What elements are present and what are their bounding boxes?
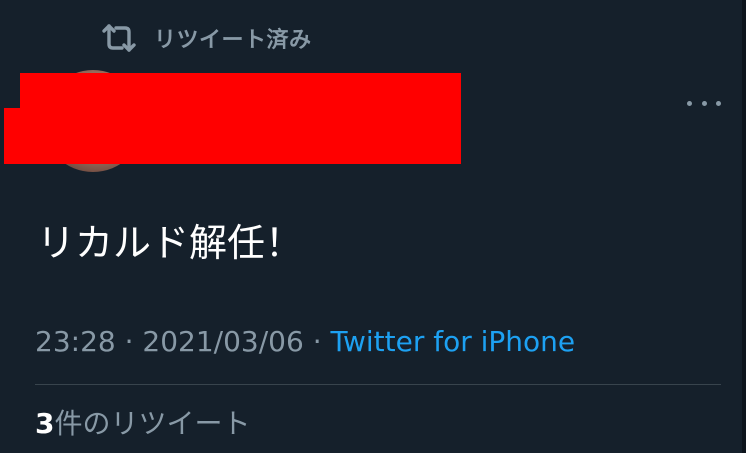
- retweeted-label: リツイート済み: [154, 28, 312, 53]
- retweet-count: 3: [35, 407, 55, 440]
- redacted-user-name: [20, 73, 461, 111]
- more-dot-icon: [701, 100, 707, 106]
- redacted-user-handle: [4, 132, 195, 164]
- tweet-source-link[interactable]: Twitter for iPhone: [331, 325, 576, 358]
- meta-separator: ·: [303, 325, 331, 358]
- divider: [35, 384, 721, 385]
- redacted-user-handle-extra: [190, 132, 461, 164]
- tweet-date[interactable]: 2021/03/06: [142, 325, 303, 358]
- retweets-count-link[interactable]: 3件のリツイート: [35, 405, 251, 443]
- retweet-icon: [101, 23, 137, 53]
- more-dot-icon: [716, 100, 721, 106]
- tweet-text: リカルド解任！: [37, 221, 304, 265]
- tweet-meta: 23:28 · 2021/03/06 · Twitter for iPhone: [35, 323, 575, 361]
- more-options-button[interactable]: [684, 92, 724, 114]
- retweet-count-label: 件のリツイート: [54, 407, 251, 440]
- tweet-time[interactable]: 23:28: [35, 325, 116, 358]
- meta-separator: ·: [115, 325, 143, 358]
- retweeted-banner: リツイート済み: [101, 22, 312, 54]
- tweet-detail: リツイート済み リカルド解任！ 23:28 · 2021/03/06 · Twi…: [0, 0, 746, 453]
- redacted-user-info: [4, 108, 461, 134]
- screen-edge: [742, 0, 746, 453]
- more-dot-icon: [687, 100, 692, 106]
